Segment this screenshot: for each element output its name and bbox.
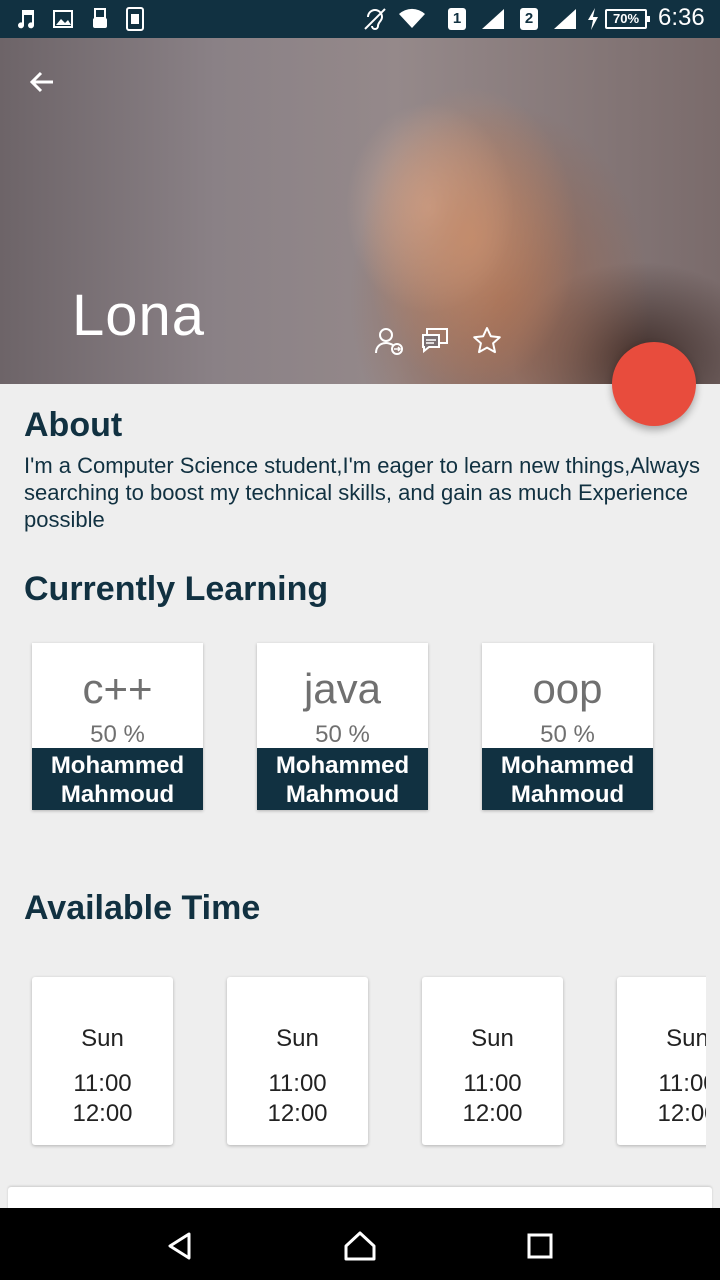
profile-name: Lona — [72, 283, 206, 348]
usb-icon — [90, 7, 110, 31]
time-slot-card[interactable]: Sun 11:00 12:00 — [32, 977, 173, 1145]
star-icon — [473, 327, 501, 354]
wifi-icon — [398, 7, 426, 31]
teacher-last-name: Mahmoud — [60, 781, 175, 808]
course-teacher: Mohammed Mahmoud — [257, 748, 428, 810]
time-slot-list[interactable]: Sun 11:00 12:00 Sun 11:00 12:00 Sun 11:0… — [0, 960, 706, 1160]
time-slot-start: 11:00 — [73, 1070, 132, 1097]
time-slot-card[interactable]: Sun 11:00 12:00 — [227, 977, 368, 1145]
available-time-title: Available Time — [24, 889, 261, 927]
time-slot-day: Sun — [276, 1025, 319, 1052]
time-slot-card[interactable]: Sun 11:00 12:00 — [422, 977, 563, 1145]
time-slot-day: Sun — [81, 1025, 124, 1052]
course-progress: 50 % — [315, 721, 370, 748]
message-button[interactable] — [418, 324, 452, 358]
time-slot-end: 12:00 — [462, 1100, 523, 1127]
course-name: oop — [532, 665, 603, 712]
teacher-first-name: Mohammed — [500, 752, 635, 779]
sim-toolkit-icon — [126, 7, 144, 31]
time-slot-end: 12:00 — [657, 1100, 706, 1127]
course-teacher: Mohammed Mahmoud — [32, 748, 203, 810]
time-slot-start: 11:00 — [463, 1070, 522, 1097]
add-friend-icon — [375, 328, 403, 355]
home-icon — [344, 1231, 376, 1261]
status-bar: 1 2 70% 6:36 — [0, 0, 720, 38]
teacher-last-name: Mahmoud — [285, 781, 400, 808]
time-slot-start: 11:00 — [658, 1070, 706, 1097]
time-slot-end: 12:00 — [267, 1100, 328, 1127]
square-recents-icon — [527, 1233, 553, 1259]
teacher-first-name: Mohammed — [275, 752, 410, 779]
clock: 6:36 — [658, 4, 705, 31]
sim1-badge: 1 — [448, 8, 466, 30]
course-progress: 50 % — [90, 721, 145, 748]
nav-home-button[interactable] — [340, 1226, 380, 1266]
floating-action-button[interactable] — [612, 342, 696, 426]
image-icon — [52, 7, 74, 31]
course-name: c++ — [82, 665, 153, 712]
teacher-last-name: Mahmoud — [510, 781, 625, 808]
course-card[interactable]: c++ 50 % Mohammed Mahmoud — [32, 643, 203, 810]
time-slot-end: 12:00 — [72, 1100, 133, 1127]
course-progress: 50 % — [540, 721, 595, 748]
arrow-left-icon — [29, 71, 53, 93]
nav-back-button[interactable] — [160, 1226, 200, 1266]
course-teacher: Mohammed Mahmoud — [482, 748, 653, 810]
teacher-first-name: Mohammed — [50, 752, 185, 779]
signal-icon — [552, 7, 578, 31]
message-icon — [422, 328, 448, 354]
star-button[interactable] — [470, 324, 504, 358]
time-slot-day: Sun — [666, 1025, 706, 1052]
profile-header: Lona — [0, 38, 720, 384]
battery-indicator: 70% — [605, 9, 650, 29]
signal-icon — [480, 7, 506, 31]
hearing-aid-icon — [362, 7, 390, 31]
triangle-back-icon — [168, 1232, 191, 1260]
nav-recents-button[interactable] — [520, 1226, 560, 1266]
time-slot-start: 11:00 — [268, 1070, 327, 1097]
course-name: java — [303, 665, 382, 712]
course-card[interactable]: oop 50 % Mohammed Mahmoud — [482, 643, 653, 810]
navigation-bar — [0, 1208, 720, 1280]
back-button[interactable] — [22, 62, 62, 102]
charging-icon — [586, 7, 600, 31]
sim2-badge: 2 — [520, 8, 538, 30]
add-friend-button[interactable] — [372, 324, 406, 358]
time-slot-card[interactable]: Sun 11:00 12:00 — [617, 977, 706, 1145]
currently-learning-title: Currently Learning — [24, 570, 329, 608]
about-title: About — [24, 406, 123, 444]
about-text: I'm a Computer Science student,I'm eager… — [24, 453, 701, 532]
time-slot-day: Sun — [471, 1025, 514, 1052]
music-icon — [14, 7, 38, 31]
course-card[interactable]: java 50 % Mohammed Mahmoud — [257, 643, 428, 810]
